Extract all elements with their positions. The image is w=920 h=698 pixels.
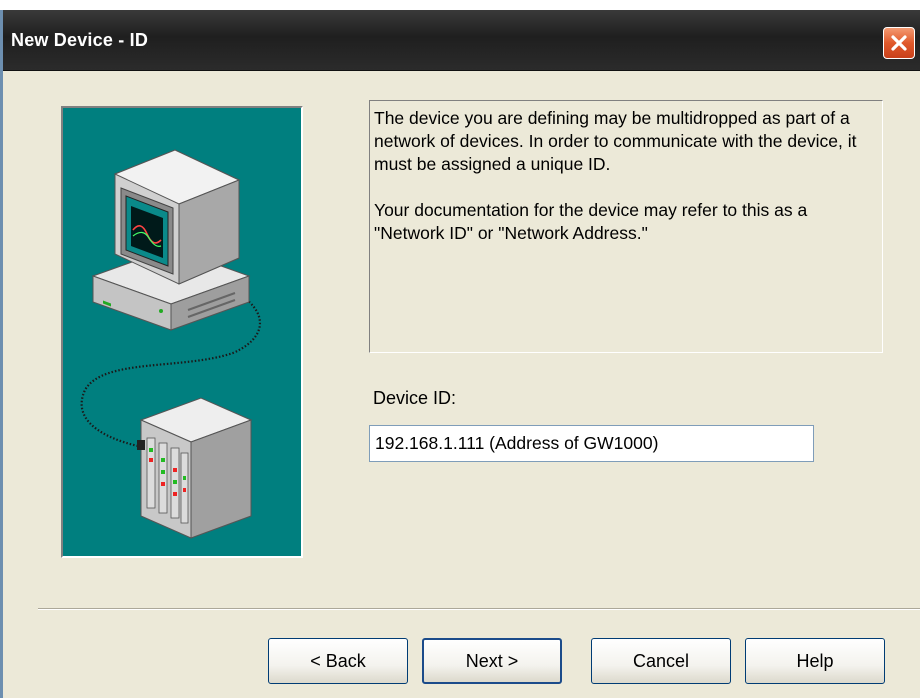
- device-id-label: Device ID:: [373, 388, 457, 408]
- back-button[interactable]: < Back: [268, 638, 408, 684]
- computer-network-device-icon: [80, 149, 262, 539]
- button-separator: [38, 608, 920, 610]
- help-button[interactable]: Help: [745, 638, 885, 684]
- close-icon: [891, 35, 907, 51]
- info-paragraph-1: The device you are defining may be multi…: [374, 108, 857, 174]
- info-paragraph-2: Your documentation for the device may re…: [374, 200, 808, 243]
- title-bar[interactable]: New Device - ID: [3, 10, 920, 71]
- device-id-input[interactable]: [369, 425, 814, 462]
- cancel-button[interactable]: Cancel: [591, 638, 731, 684]
- window-title: New Device - ID: [11, 30, 149, 50]
- next-button[interactable]: Next >: [422, 638, 562, 684]
- close-button[interactable]: [883, 27, 915, 59]
- new-device-dialog: New Device - ID The device you are defin…: [0, 10, 920, 698]
- info-text-box: The device you are defining may be multi…: [369, 100, 883, 353]
- wizard-illustration: [61, 106, 303, 558]
